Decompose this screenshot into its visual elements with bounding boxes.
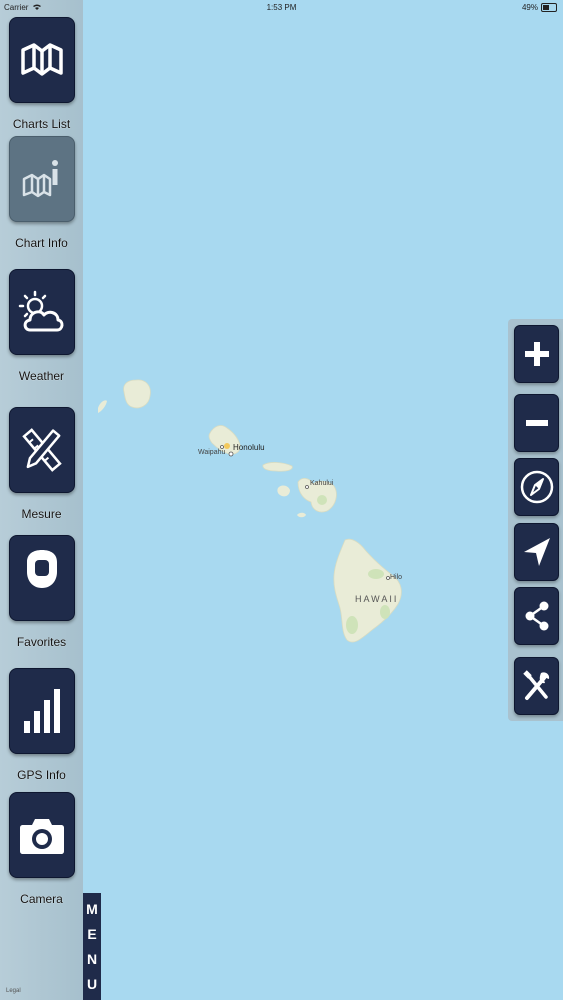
weather-icon	[18, 290, 63, 332]
map-view[interactable]	[0, 0, 563, 1000]
sidebar-item-label: Camera	[20, 892, 63, 906]
sidebar: Charts List Chart Info Weather Mesure Fa…	[0, 0, 83, 1000]
map-icon	[20, 43, 63, 76]
menu-letter: M	[86, 901, 98, 918]
sidebar-item-charts-list[interactable]: Charts List	[8, 17, 75, 131]
gps-info-button[interactable]	[8, 668, 75, 754]
menu-letter: E	[87, 926, 97, 943]
menu-letter: N	[86, 950, 98, 967]
camera-icon	[19, 819, 64, 854]
share-button[interactable]	[514, 587, 559, 645]
battery-percent: 49%	[521, 3, 538, 12]
sidebar-item-label: Chart Info	[15, 236, 68, 250]
tools-icon	[522, 670, 549, 700]
sidebar-item-label: Weather	[18, 369, 65, 383]
sidebar-item-label: GPS Info	[17, 768, 66, 782]
map-info-icon	[22, 160, 58, 198]
menu-toggle-button[interactable]: M E N U	[83, 893, 101, 1000]
battery-indicator: 49%	[522, 3, 557, 12]
zoom-out-button[interactable]	[514, 394, 559, 452]
camera-button[interactable]	[8, 792, 75, 878]
compass-icon	[520, 470, 553, 504]
pin-icon	[26, 550, 57, 606]
map-legal-link[interactable]: Legal	[6, 988, 21, 994]
sidebar-item-label: Favorites	[16, 635, 67, 649]
location-arrow-icon	[523, 538, 550, 566]
sidebar-item-camera[interactable]: Camera	[8, 792, 75, 906]
battery-icon	[541, 3, 557, 12]
sidebar-item-gps-info[interactable]: GPS Info	[8, 668, 75, 782]
plus-icon	[524, 342, 549, 366]
status-bar: Carrier 1:53 PM 49%	[0, 0, 563, 14]
charts-list-button[interactable]	[8, 17, 75, 103]
map-label-honolulu: Honolulu	[233, 443, 265, 452]
menu-letter: U	[86, 975, 98, 992]
island-kauai	[123, 379, 151, 409]
map-label-kahului: Kahului	[310, 480, 334, 487]
map-label-waipahu: Waipahu	[198, 449, 226, 456]
share-icon	[525, 601, 548, 631]
locate-me-button[interactable]	[514, 523, 559, 581]
compass-button[interactable]	[514, 458, 559, 516]
favorites-button[interactable]	[8, 535, 75, 621]
zoom-in-button[interactable]	[514, 325, 559, 383]
chart-info-button[interactable]	[8, 136, 75, 222]
map-label-hawaii: HAWAII	[355, 594, 399, 604]
settings-tools-button[interactable]	[514, 657, 559, 715]
mesure-button[interactable]	[8, 407, 75, 493]
signal-bars-icon	[23, 689, 60, 733]
map-label-hilo: Hilo	[390, 574, 403, 581]
sidebar-item-weather[interactable]: Weather	[8, 269, 75, 383]
ruler-pencil-icon	[21, 428, 62, 472]
minus-icon	[525, 420, 548, 426]
sidebar-item-mesure[interactable]: Mesure	[8, 407, 75, 521]
sidebar-item-label: Mesure	[21, 507, 62, 521]
clock: 1:53 PM	[266, 3, 297, 12]
sidebar-item-chart-info[interactable]: Chart Info	[8, 136, 75, 250]
sidebar-item-favorites[interactable]: Favorites	[8, 535, 75, 649]
sidebar-item-label: Charts List	[12, 117, 71, 131]
map-toolbar	[508, 319, 563, 721]
weather-button[interactable]	[8, 269, 75, 355]
